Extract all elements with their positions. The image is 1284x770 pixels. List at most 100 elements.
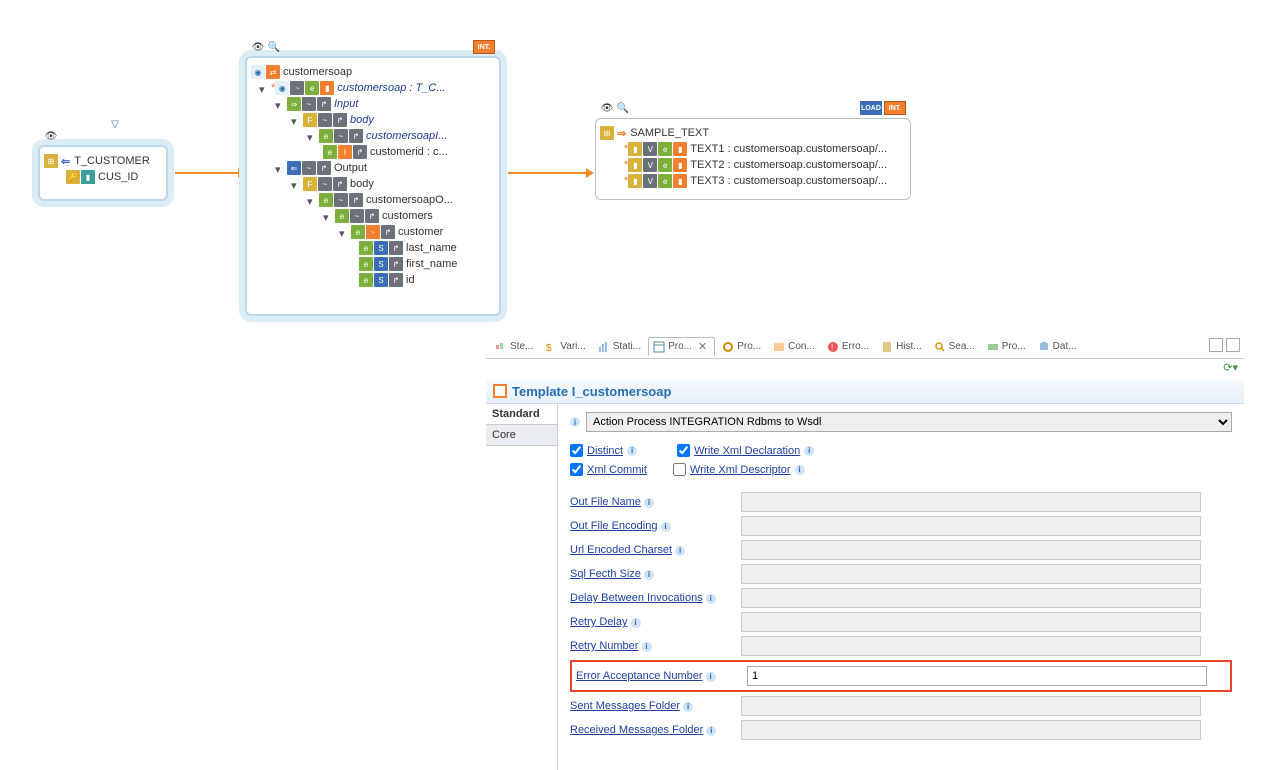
info-icon[interactable]: i	[706, 594, 716, 604]
tabs-bar: Ste... $Vari... Stati... Pro...✕ Pro... …	[486, 335, 1244, 359]
link-received-messages[interactable]: Received Messages Folder	[570, 724, 703, 736]
input-retry-delay[interactable]	[741, 612, 1201, 632]
tab-properties-active[interactable]: Pro...✕	[648, 337, 715, 356]
info-icon[interactable]: i	[644, 570, 654, 580]
tab-history[interactable]: Hist...	[876, 338, 927, 356]
input-retry-number[interactable]	[741, 636, 1201, 656]
svg-text:$: $	[546, 343, 552, 353]
maximize-icon[interactable]	[1226, 338, 1240, 352]
info-icon[interactable]: i	[804, 446, 814, 456]
side-tabs: Standard Core	[486, 404, 558, 770]
ws-icon: ◉	[251, 65, 265, 79]
expander[interactable]: ▾	[275, 99, 285, 109]
link-retry-number[interactable]: Retry Number	[570, 640, 638, 652]
expander[interactable]: ▾	[307, 131, 317, 141]
expander[interactable]: ▾	[291, 179, 301, 189]
input-delay-between[interactable]	[741, 588, 1201, 608]
side-tab-core[interactable]: Core	[486, 425, 557, 446]
link-url-encoded-charset[interactable]: Url Encoded Charset	[570, 544, 672, 556]
link-error-acceptance[interactable]: Error Acceptance Number	[576, 670, 703, 682]
tab-progress[interactable]: Pro...	[717, 338, 766, 356]
col-icon: ▮	[81, 170, 95, 184]
info-icon[interactable]: i	[683, 702, 693, 712]
expander[interactable]: ▾	[339, 227, 349, 237]
map-icon: ⇄	[266, 65, 280, 79]
info-icon[interactable]: i	[706, 672, 716, 682]
form-area: i Action Process INTEGRATION Rdbms to Ws…	[558, 404, 1244, 770]
field-label: CUS_ID	[96, 171, 138, 183]
node-sample-text[interactable]: 👁 🔍 LOAD INT. ⊞ ⇒ SAMPLE_TEXT *▮Ve▮TEXT1…	[595, 118, 911, 200]
link-retry-delay[interactable]: Retry Delay	[570, 616, 627, 628]
info-icon[interactable]: i	[795, 465, 805, 475]
properties-panel: Ste... $Vari... Stati... Pro...✕ Pro... …	[486, 335, 1244, 769]
input-url-encoded-charset[interactable]	[741, 540, 1201, 560]
node-customersoap[interactable]: 👁 🔍 INT. ◉ ⇄ customersoap ▾*◉~e▮customer…	[245, 56, 501, 316]
input-out-file-encoding[interactable]	[741, 516, 1201, 536]
tab-errors[interactable]: !Erro...	[822, 338, 874, 356]
table-icon: ⊞	[44, 154, 58, 168]
connector-arrow	[508, 172, 588, 174]
node-title: customersoap	[281, 66, 352, 78]
expander[interactable]: ▾	[323, 211, 333, 221]
input-sql-fetch-size[interactable]	[741, 564, 1201, 584]
node-t-customer[interactable]: 👁 ▽ ⊞ ⇐ T_CUSTOMER 🔑 ▮ CUS_ID	[38, 145, 168, 201]
info-icon[interactable]: i	[631, 618, 641, 628]
link-out-file-name[interactable]: Out File Name	[570, 496, 641, 508]
link-xml-commit[interactable]: Xml Commit	[587, 464, 647, 476]
input-received-messages[interactable]	[741, 720, 1201, 740]
link-delay-between[interactable]: Delay Between Invocations	[570, 592, 703, 604]
funnel-icon: ▽	[108, 117, 122, 131]
int-badge: INT.	[473, 40, 495, 54]
magnify-icon: 🔍	[616, 101, 630, 115]
input-error-acceptance[interactable]	[747, 666, 1207, 686]
expander[interactable]: ▾	[291, 115, 301, 125]
tab-steps[interactable]: Ste...	[490, 338, 538, 356]
tab-variables[interactable]: $Vari...	[540, 338, 590, 356]
tab-statistics[interactable]: Stati...	[593, 338, 646, 356]
load-badge: LOAD	[860, 101, 882, 115]
cb-distinct[interactable]	[570, 444, 583, 457]
tab-console[interactable]: Con...	[768, 338, 820, 356]
link-write-xml-desc[interactable]: Write Xml Descriptor	[690, 464, 791, 476]
side-tab-standard[interactable]: Standard	[486, 404, 557, 425]
template-title: Template I_customersoap	[512, 384, 671, 399]
tab-data[interactable]: Dat...	[1033, 338, 1082, 356]
link-out-file-encoding[interactable]: Out File Encoding	[570, 520, 657, 532]
info-icon[interactable]: i	[706, 726, 716, 736]
eye-icon: 👁	[251, 40, 265, 54]
info-icon[interactable]: i	[570, 417, 580, 427]
expander[interactable]: ▾	[259, 83, 269, 93]
cb-write-xml-decl[interactable]	[677, 444, 690, 457]
tab-close-icon[interactable]: ✕	[695, 340, 710, 353]
minimize-icon[interactable]	[1209, 338, 1223, 352]
node-title: T_CUSTOMER	[72, 155, 150, 167]
link-sql-fetch-size[interactable]: Sql Fecth Size	[570, 568, 641, 580]
link-distinct[interactable]: Distinct	[587, 445, 623, 457]
action-select[interactable]: Action Process INTEGRATION Rdbms to Wsdl	[586, 412, 1232, 432]
link-sent-messages[interactable]: Sent Messages Folder	[570, 700, 680, 712]
info-icon[interactable]: i	[627, 446, 637, 456]
template-header: Template I_customersoap	[486, 379, 1244, 404]
info-icon[interactable]: i	[675, 546, 685, 556]
cb-write-xml-desc[interactable]	[673, 463, 686, 476]
table-icon: ⊞	[600, 126, 614, 140]
info-icon[interactable]: i	[642, 642, 652, 652]
cb-xml-commit[interactable]	[570, 463, 583, 476]
info-icon[interactable]: i	[644, 498, 654, 508]
tab-search[interactable]: Sea...	[929, 338, 980, 356]
tab-problems[interactable]: Pro...	[982, 338, 1031, 356]
highlighted-field: Error Acceptance Number i	[570, 660, 1232, 692]
magnify-icon: 🔍	[267, 40, 281, 54]
eye-icon: 👁	[44, 129, 58, 143]
input-sent-messages[interactable]	[741, 696, 1201, 716]
expander[interactable]: ▾	[307, 195, 317, 205]
input-out-file-name[interactable]	[741, 492, 1201, 512]
node-title: SAMPLE_TEXT	[628, 127, 709, 139]
connector-arrow	[175, 172, 240, 174]
svg-text:!: !	[831, 343, 833, 352]
key-icon: 🔑	[66, 170, 80, 184]
link-write-xml-decl[interactable]: Write Xml Declaration	[694, 445, 800, 457]
expander[interactable]: ▾	[275, 163, 285, 173]
info-icon[interactable]: i	[661, 522, 671, 532]
refresh-icon[interactable]: ⟳▾	[1223, 361, 1238, 377]
